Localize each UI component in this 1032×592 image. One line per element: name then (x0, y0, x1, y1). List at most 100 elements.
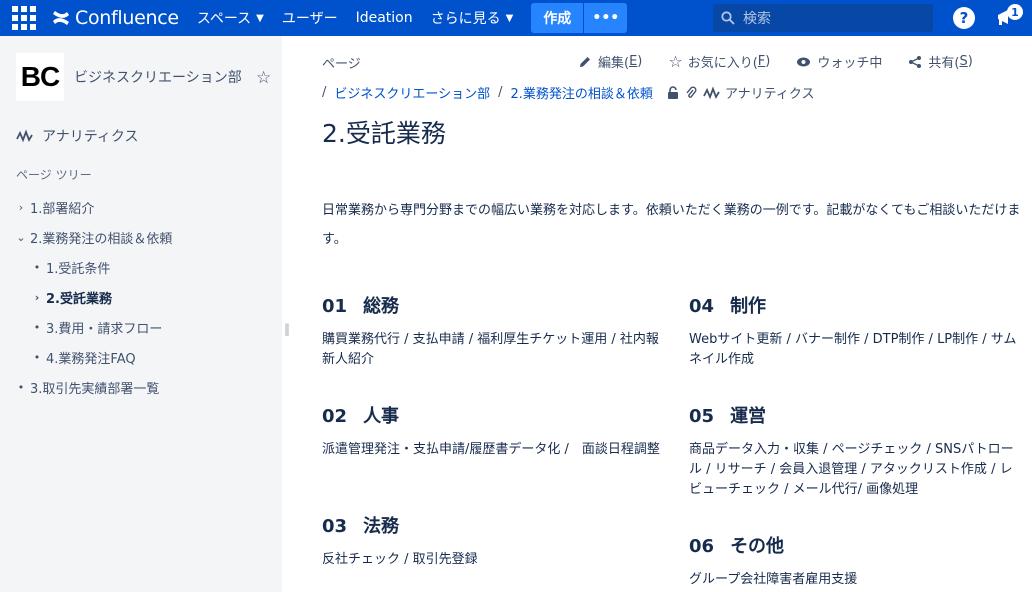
tree-item-label: 3.費用・請求フロー (46, 321, 163, 337)
nav-spaces-label: スペース (196, 11, 252, 27)
tree-item-3[interactable]: • 3.取引先実績部署一覧 (0, 372, 282, 402)
nav-users[interactable]: ユーザー (282, 8, 338, 28)
section-title: 制作 (730, 296, 767, 317)
space-name[interactable]: ビジネスクリエーション部 (74, 67, 242, 87)
chevron-down-icon: ▼ (505, 12, 514, 24)
search-placeholder: 検索 (743, 11, 771, 27)
create-button[interactable]: 作成 (531, 3, 584, 33)
breadcrumb-pages[interactable]: ページ (322, 53, 361, 72)
chevron-down-icon[interactable]: ⌄ (14, 231, 28, 244)
section-title: 総務 (363, 296, 400, 317)
tree-item-label: 1.部署紹介 (30, 201, 95, 217)
tree-item-1[interactable]: › 1.部署紹介 (0, 192, 282, 222)
bullet-icon: • (33, 320, 41, 334)
confluence-logo[interactable]: Confluence (52, 7, 179, 29)
nav-more[interactable]: さらに見る ▼ (431, 8, 514, 28)
favorite-label: お気に入り( (687, 56, 758, 71)
section-number: 02 (322, 406, 348, 427)
edit-close-paren: ) (637, 54, 643, 69)
tree-item-2[interactable]: ⌄ 2.業務発注の相談＆依頼 (0, 222, 282, 252)
section-operations: 05 運営 商品データ入力・収集 / ページチェック / SNSパトロール / リ… (689, 402, 1024, 500)
edit-label: 編集( (598, 56, 630, 71)
star-outline-icon: ☆ (668, 52, 683, 71)
tree-item-label: 3.取引先実績部署一覧 (30, 381, 160, 397)
share-icon (909, 55, 922, 68)
space-header[interactable]: BC ビジネスクリエーション部 (16, 53, 242, 101)
nav-spaces[interactable]: スペース ▼ (197, 8, 264, 28)
nav-ideation[interactable]: Ideation (356, 10, 413, 26)
app-switcher-icon[interactable] (12, 5, 38, 31)
section-title: 人事 (363, 406, 400, 427)
section-number: 05 (689, 406, 715, 427)
page-tree-label: ページ ツリー (16, 168, 92, 182)
breadcrumb-separator: / (498, 85, 503, 100)
favorite-close-paren: ) (765, 54, 771, 69)
section-other: 06 その他 グループ会社障害者雇用支援 (689, 532, 1024, 590)
page-actions: 編集(E) ☆ お気に入り(F) ウォッチ中 共有(S) (578, 52, 999, 71)
share-shortcut: S (959, 54, 968, 69)
page-analytics-label: アナリティクス (724, 87, 815, 102)
section-body: グループ会社障害者雇用支援 (689, 572, 858, 587)
tree-item-2-2[interactable]: › 2.受託業務 (0, 282, 282, 312)
search-input[interactable]: 検索 (713, 4, 933, 32)
sidebar-analytics[interactable]: アナリティクス (16, 126, 138, 146)
chevron-right-icon[interactable]: › (30, 291, 44, 304)
section-heading: 02 人事 (322, 402, 662, 428)
section-number: 06 (689, 536, 715, 557)
share-close-paren: ) (967, 54, 973, 69)
favorite-button[interactable]: ☆ お気に入り(F) (668, 52, 770, 71)
page-analytics[interactable]: アナリティクス (703, 83, 815, 102)
notification-badge: 1 (1007, 4, 1023, 20)
watch-button[interactable]: ウォッチ中 (796, 52, 882, 71)
edit-button[interactable]: 編集(E) (578, 52, 642, 71)
breadcrumb-space[interactable]: ビジネスクリエーション部 (334, 83, 490, 102)
section-number: 01 (322, 296, 348, 317)
page-intro: 日常業務から専門分野までの幅広い業務を対応します。依頼いただく業務の一例です。記… (322, 203, 1021, 247)
create-more-button[interactable]: ••• (583, 3, 628, 33)
watch-label: ウォッチ中 (817, 56, 883, 71)
page-tree: › 1.部署紹介 ⌄ 2.業務発注の相談＆依頼 • 1.受託条件 › 2.受託業… (0, 192, 282, 402)
tree-item-label: 2.受託業務 (46, 291, 112, 307)
main-content: ページ 編集(E) ☆ お気に入り(F) ウォッチ中 共有(S) / ビジ… (282, 36, 1032, 592)
help-icon[interactable]: ? (953, 7, 975, 29)
share-label: 共有( (928, 56, 960, 71)
section-general-affairs: 01 総務 購買業務代行 / 支払申請 / 福利厚生チケット運用 / 社内報新人紹… (322, 292, 662, 370)
eye-icon (797, 57, 811, 66)
sidebar-analytics-label: アナリティクス (42, 129, 139, 145)
section-production: 04 制作 Webサイト更新 / バナー制作 / DTP制作 / LP制作 / サ… (689, 292, 1024, 370)
breadcrumb-parent[interactable]: 2.業務発注の相談＆依頼 (511, 83, 653, 102)
unlock-icon[interactable] (667, 85, 679, 100)
attachment-icon[interactable] (685, 85, 697, 100)
section-heading: 05 運営 (689, 402, 1024, 428)
sidebar: BC ビジネスクリエーション部 ☆ アナリティクス ページ ツリー › 1.部署… (0, 36, 282, 592)
tree-item-2-3[interactable]: • 3.費用・請求フロー (0, 312, 282, 342)
section-body: 反社チェック / 取引先登録 (322, 552, 478, 567)
tree-item-2-4[interactable]: • 4.業務発注FAQ (0, 342, 282, 372)
bullet-icon: • (17, 380, 25, 394)
chevron-down-icon: ▼ (256, 12, 264, 24)
section-hr: 02 人事 派遣管理発注・支払申請/履歴書データ化 / 面談日程調整 (322, 402, 662, 460)
section-heading: 03 法務 (322, 512, 662, 538)
section-number: 04 (689, 296, 715, 317)
confluence-logo-icon (53, 11, 69, 25)
bullet-icon: • (33, 350, 41, 364)
chevron-right-icon[interactable]: › (14, 201, 28, 214)
space-logo[interactable]: BC (16, 53, 64, 101)
nav-more-label: さらに見る (430, 11, 501, 27)
top-nav: スペース ▼ ユーザー Ideation さらに見る ▼ 作成 ••• (197, 3, 628, 33)
share-button[interactable]: 共有(S) (908, 52, 973, 71)
nav-users-label: ユーザー (281, 11, 338, 27)
section-title: 運営 (730, 406, 767, 427)
section-number: 03 (322, 516, 348, 537)
section-title: 法務 (363, 516, 400, 537)
section-title: その他 (730, 536, 785, 557)
search-icon (721, 11, 735, 25)
page-meta-icons (667, 85, 703, 100)
tree-item-label: 2.業務発注の相談＆依頼 (30, 231, 173, 247)
section-body: 派遣管理発注・支払申請/履歴書データ化 / 面談日程調整 (322, 442, 660, 457)
breadcrumb-separator: / (322, 85, 327, 100)
section-body: 購買業務代行 / 支払申請 / 福利厚生チケット運用 / 社内報新人紹介 (322, 332, 659, 367)
star-icon[interactable]: ☆ (256, 68, 271, 88)
page-title: 2.受託業務 (322, 119, 446, 148)
tree-item-2-1[interactable]: • 1.受託条件 (0, 252, 282, 282)
